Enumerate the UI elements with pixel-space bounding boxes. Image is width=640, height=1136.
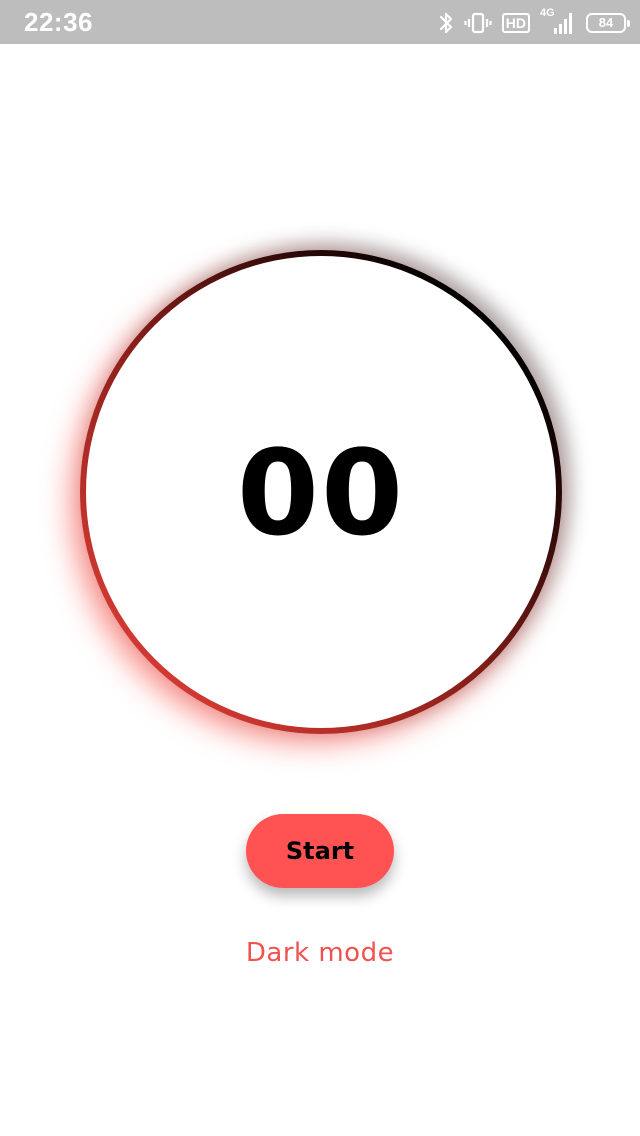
timer-value: 00: [236, 424, 406, 562]
status-time: 22:36: [24, 7, 93, 37]
signal-icon: 4G: [540, 7, 576, 36]
hd-label: HD: [505, 15, 526, 31]
status-icons: HD 4G 84: [438, 7, 630, 38]
dark-mode-button[interactable]: Dark mode: [0, 938, 640, 968]
battery-icon: 84: [586, 13, 630, 33]
battery-level: 84: [598, 15, 614, 30]
timer-ring: 00: [80, 250, 562, 734]
start-button[interactable]: Start: [246, 814, 394, 888]
status-bar: 22:36 HD 4G 84: [0, 0, 640, 44]
bluetooth-icon: [438, 11, 454, 35]
timer-face: 00: [86, 256, 556, 728]
hd-icon: HD: [501, 13, 530, 33]
vibrate-icon: [464, 11, 492, 35]
